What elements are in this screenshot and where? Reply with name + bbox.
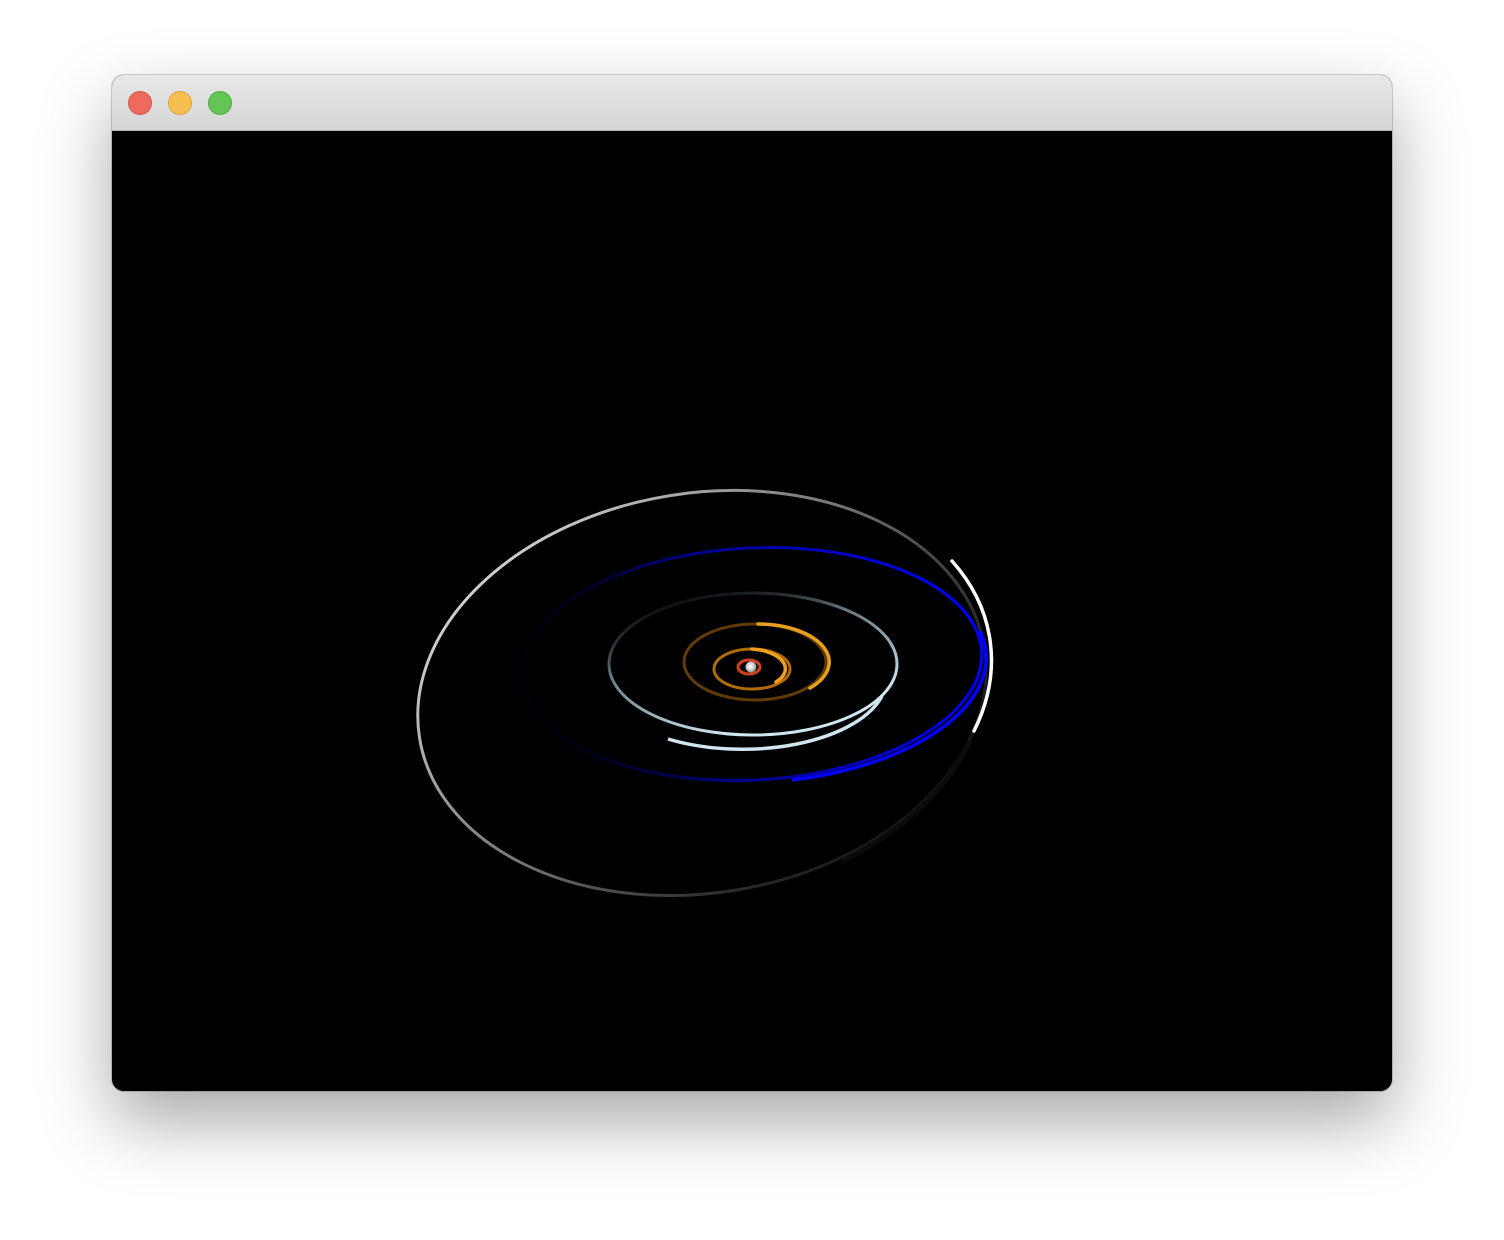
orbit-6 <box>416 488 988 898</box>
orbit-5-highlight <box>791 630 988 782</box>
sun <box>745 661 757 673</box>
title-bar[interactable] <box>112 75 1392 131</box>
orbit-6-shadow <box>840 739 973 864</box>
zoom-button[interactable] <box>208 91 232 115</box>
minimize-button[interactable] <box>168 91 192 115</box>
orbit-2-highlight <box>750 647 788 684</box>
orbit-4-highlight <box>667 695 884 752</box>
orbit-view <box>416 488 994 898</box>
close-button[interactable] <box>128 91 152 115</box>
solar-system-canvas[interactable] <box>112 131 1392 1091</box>
app-window <box>112 75 1392 1091</box>
